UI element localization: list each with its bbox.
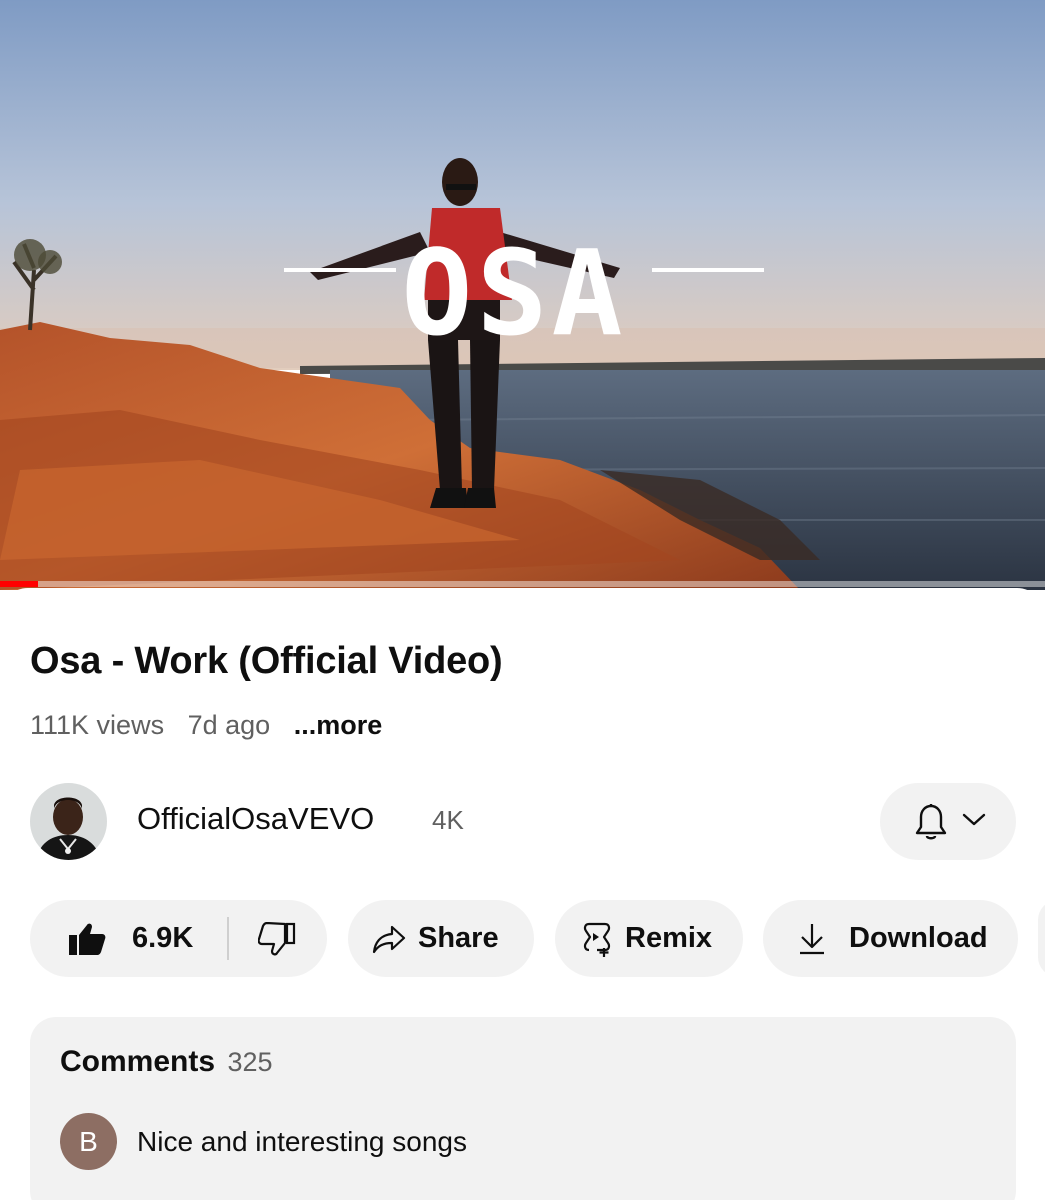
thumbs-down-icon: [258, 922, 296, 956]
video-player[interactable]: OSA: [0, 0, 1045, 590]
comments-title: Comments: [60, 1045, 216, 1078]
comments-count: 325: [227, 1047, 273, 1077]
video-overlay-title: OSA: [401, 224, 626, 362]
video-details-panel: Osa - Work (Official Video) 111K views 7…: [0, 588, 1045, 1200]
top-comment-text: Nice and interesting songs: [137, 1126, 467, 1157]
comments-panel[interactable]: Comments 325 B Nice and interesting song…: [30, 1017, 1016, 1200]
channel-name[interactable]: OfficialOsaVEVO: [137, 801, 374, 837]
download-icon: [800, 924, 824, 955]
channel-row: OfficialOsaVEVO 4K: [0, 783, 1045, 863]
progress-bar[interactable]: [0, 581, 1045, 587]
commenter-avatar: B: [60, 1113, 117, 1170]
share-icon: [372, 925, 406, 954]
video-meta[interactable]: 111K views 7d ago ...more: [30, 710, 398, 741]
remix-label: Remix: [625, 922, 713, 954]
comments-header: Comments 325: [60, 1045, 273, 1079]
action-bar: 6.9K Share Remix Download: [0, 900, 1045, 978]
dislike-button[interactable]: [230, 900, 327, 977]
share-label: Share: [418, 922, 499, 954]
bell-icon: [915, 804, 947, 840]
like-count[interactable]: 6.9K: [132, 922, 193, 955]
share-button[interactable]: Share: [348, 900, 534, 977]
upload-age: 7d ago: [187, 710, 271, 740]
download-button[interactable]: Download: [763, 900, 1018, 977]
chevron-down-icon: [962, 813, 986, 826]
download-label: Download: [849, 922, 988, 954]
channel-avatar[interactable]: [30, 783, 107, 860]
subscriber-count: 4K: [432, 805, 464, 835]
video-frame: OSA: [0, 0, 1045, 590]
remix-button[interactable]: Remix: [555, 900, 743, 977]
view-count: 111K views: [30, 710, 165, 740]
more-link[interactable]: ...more: [294, 710, 383, 740]
notification-bell-button[interactable]: [880, 783, 1016, 860]
like-divider: [227, 917, 229, 960]
progress-fill: [0, 581, 38, 587]
like-dislike-group: 6.9K: [30, 900, 327, 977]
thumbs-up-icon[interactable]: [68, 922, 106, 956]
remix-icon: [583, 922, 611, 957]
video-title: Osa - Work (Official Video): [30, 640, 503, 682]
more-actions-button[interactable]: [1038, 900, 1045, 977]
